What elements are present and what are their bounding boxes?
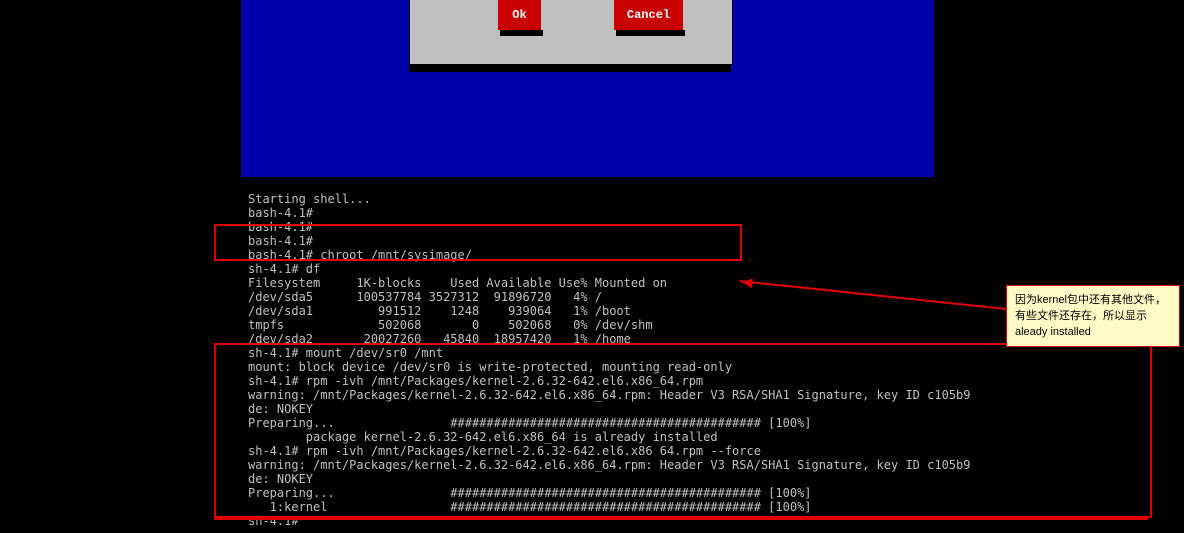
- ok-button[interactable]: Ok: [498, 0, 541, 30]
- cancel-button-shadow: [616, 30, 685, 36]
- cancel-button[interactable]: Cancel: [614, 0, 683, 30]
- terminal-output: Starting shell... bash-4.1# bash-4.1# ba…: [248, 192, 970, 528]
- ok-button-shadow: [500, 30, 543, 36]
- dialog-shadow: [409, 64, 731, 72]
- annotation-note: 因为kernel包中还有其他文件，有些文件还存在，所以显示aleady inst…: [1006, 285, 1180, 347]
- footer-red-line: [214, 517, 1148, 520]
